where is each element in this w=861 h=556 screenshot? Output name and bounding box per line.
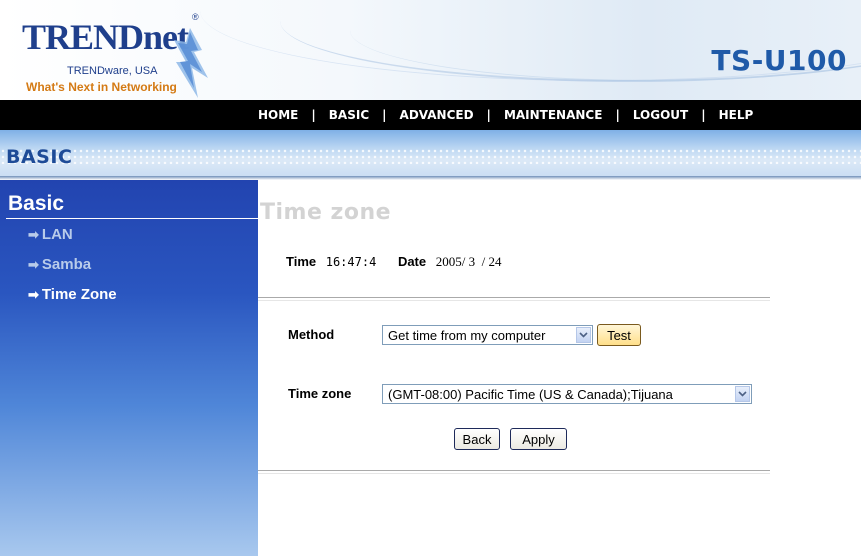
section-header-bar: BASIC	[0, 130, 861, 180]
main-content: Time zone Time 16:47:4 Date 2005/ 3 / 24…	[258, 180, 861, 556]
method-select[interactable]: Get time from my computer	[382, 325, 593, 345]
section-title: BASIC	[6, 146, 73, 168]
right-arrow-icon: ➡	[28, 287, 39, 302]
timezone-label: Time zone	[288, 386, 352, 401]
logo-tagline: What's Next in Networking	[26, 80, 177, 94]
nav-basic[interactable]: BASIC	[329, 108, 369, 122]
chevron-down-icon[interactable]	[735, 386, 750, 402]
nav-separator: |	[615, 108, 620, 122]
method-select-value: Get time from my computer	[388, 327, 546, 343]
time-value: 16:47:4	[325, 255, 377, 269]
chevron-down-icon[interactable]	[576, 327, 591, 343]
right-arrow-icon: ➡	[28, 257, 39, 272]
sidebar: Basic ➡ LAN ➡ Samba ➡ Time Zone	[0, 180, 258, 556]
sidebar-item-label: Samba	[41, 256, 92, 273]
date-label: Date	[397, 254, 427, 269]
top-nav-bar: HOME | BASIC | ADVANCED | MAINTENANCE | …	[0, 100, 861, 130]
nav-advanced[interactable]: ADVANCED	[400, 108, 474, 122]
apply-button[interactable]: Apply	[510, 428, 567, 450]
header-banner: TRENDnet ® TRENDware, USA What's Next in…	[0, 0, 861, 100]
nav-maintenance[interactable]: MAINTENANCE	[504, 108, 603, 122]
timezone-select-value: (GMT-08:00) Pacific Time (US & Canada);T…	[388, 386, 673, 402]
current-time-row: Time 16:47:4 Date 2005/ 3 / 24	[286, 254, 501, 270]
nav-home[interactable]: HOME	[258, 108, 298, 122]
lightning-bolt-icon	[174, 28, 208, 98]
back-button[interactable]: Back	[454, 428, 500, 450]
sidebar-divider	[6, 218, 258, 219]
sidebar-item-label: Time Zone	[41, 286, 117, 303]
nav-separator: |	[382, 108, 387, 122]
test-button[interactable]: Test	[597, 324, 641, 346]
nav-logout[interactable]: LOGOUT	[633, 108, 688, 122]
sidebar-item-label: LAN	[41, 226, 73, 243]
nav-help[interactable]: HELP	[719, 108, 754, 122]
sidebar-item-samba[interactable]: ➡ Samba	[28, 256, 91, 273]
nav-separator: |	[701, 108, 706, 122]
divider	[258, 470, 770, 474]
model-name: TS-U100	[711, 44, 847, 77]
time-label: Time	[286, 254, 317, 269]
page-title: Time zone	[260, 200, 392, 225]
divider	[258, 297, 770, 301]
method-label: Method	[288, 327, 335, 342]
registered-mark: ®	[192, 12, 199, 22]
sidebar-item-lan[interactable]: ➡ LAN	[28, 226, 73, 243]
logo-wordmark: TRENDnet	[22, 17, 189, 57]
trendnet-logo[interactable]: TRENDnet ® TRENDware, USA What's Next in…	[22, 10, 222, 98]
right-arrow-icon: ➡	[28, 227, 39, 242]
sidebar-title: Basic	[8, 192, 65, 215]
nav-separator: |	[486, 108, 491, 122]
dotted-pattern	[0, 148, 861, 164]
date-value: 2005/ 3 / 24	[435, 254, 502, 269]
sidebar-item-time-zone[interactable]: ➡ Time Zone	[28, 286, 117, 303]
nav-separator: |	[311, 108, 316, 122]
logo-subtitle: TRENDware, USA	[67, 65, 158, 77]
timezone-select[interactable]: (GMT-08:00) Pacific Time (US & Canada);T…	[382, 384, 752, 404]
